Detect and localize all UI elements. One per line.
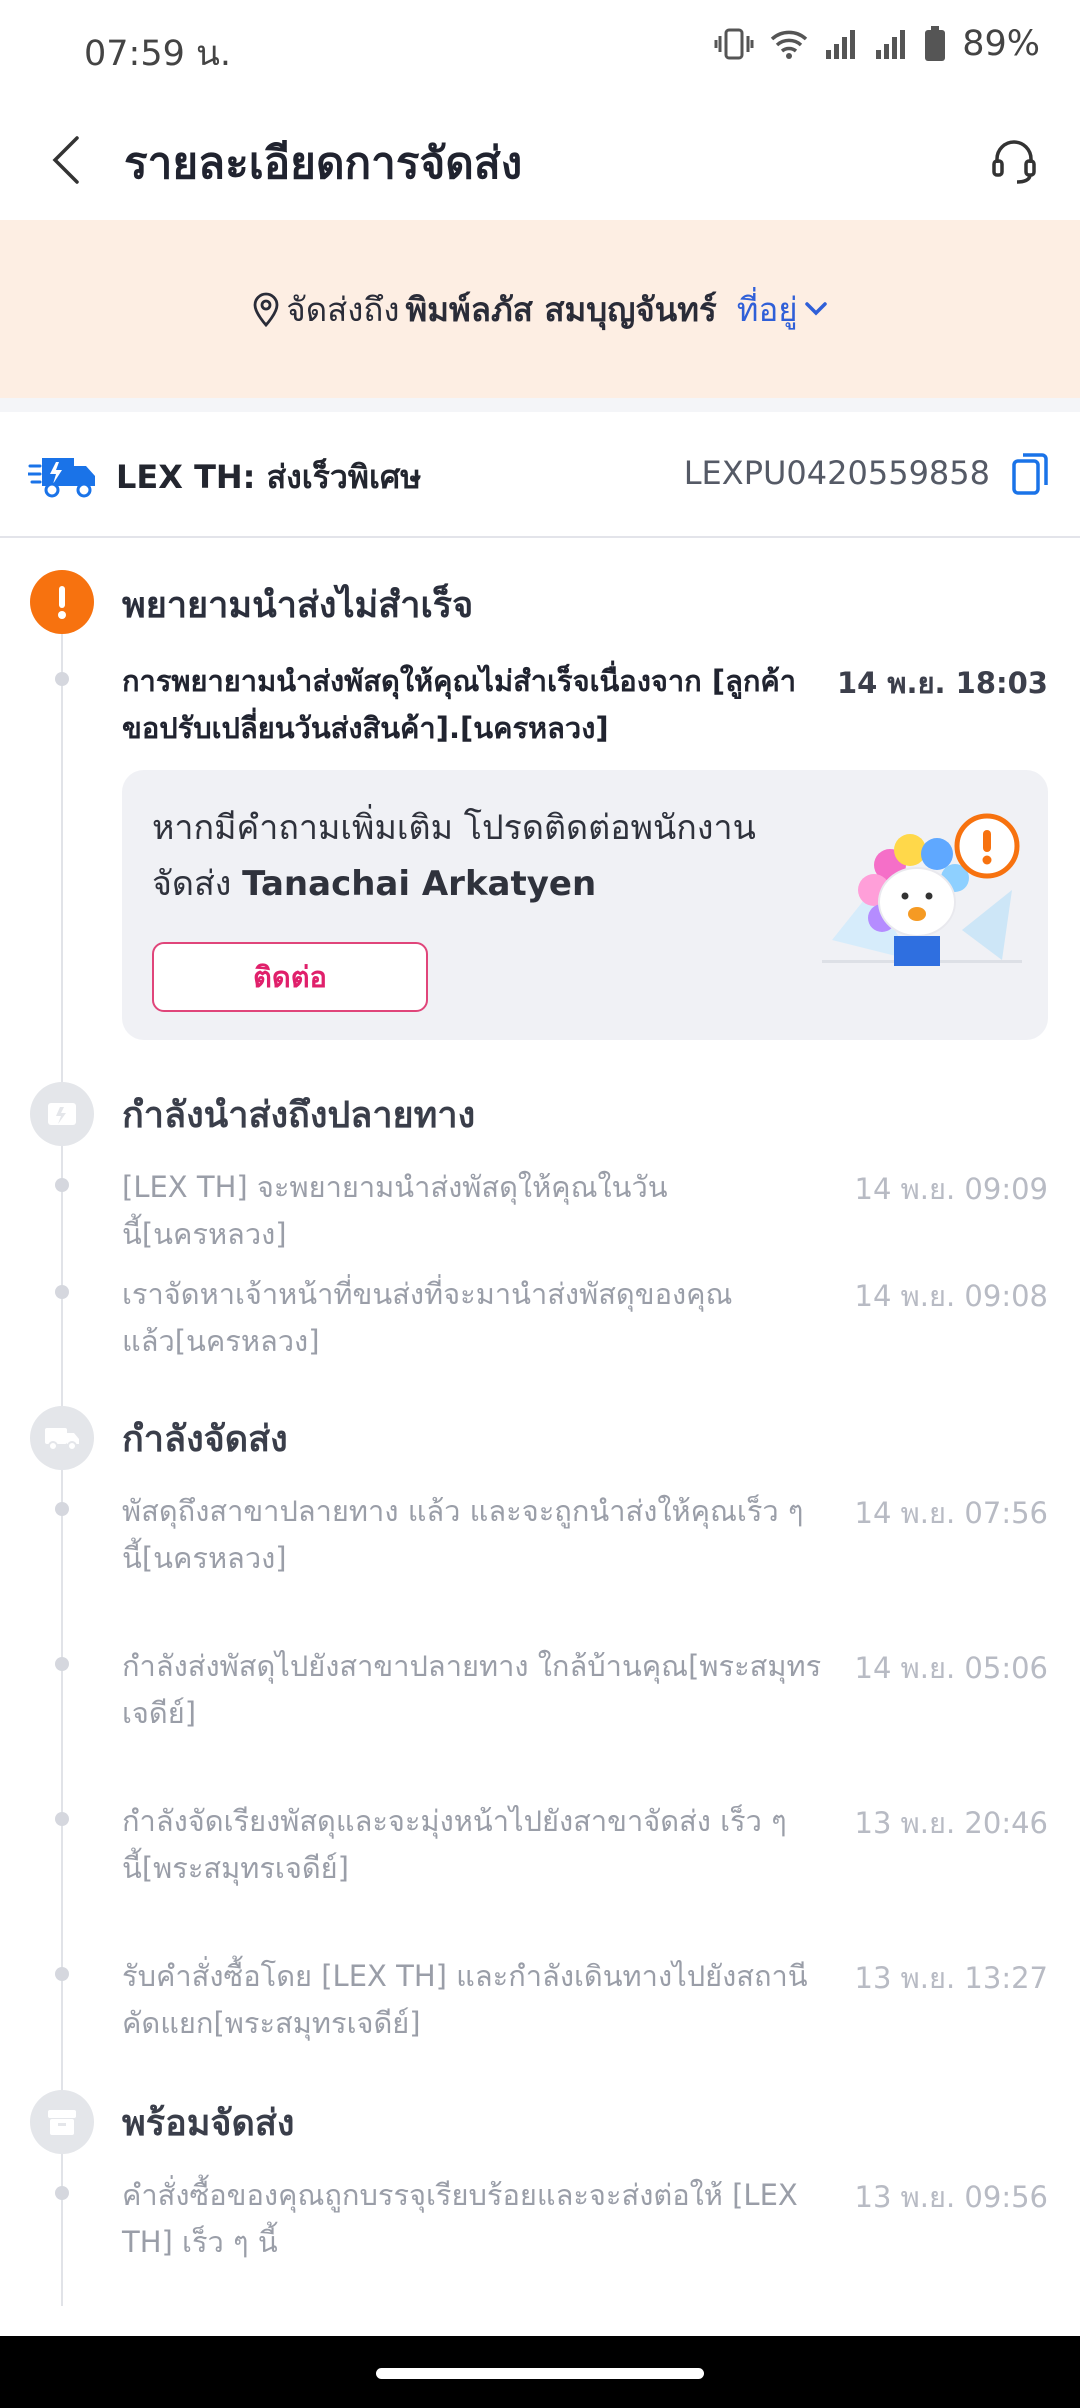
timeline-dot xyxy=(55,1502,69,1516)
page-title: รายละเอียดการจัดส่ง xyxy=(124,138,523,189)
recipient-name: พิมพ์ลภัส สมบุญจันทร์ xyxy=(405,289,717,329)
timeline-dot xyxy=(55,1967,69,1981)
parcel-icon xyxy=(30,1082,94,1146)
contact-message: หากมีคำถามเพิ่มเติม โปรดติดต่อพนักงานจัด… xyxy=(152,800,792,912)
event-time: 14 พ.ย. 18:03 xyxy=(836,666,1048,700)
event-text: กำลังส่งพัสดุไปยังสาขาปลายทาง ใกล้บ้านคุ… xyxy=(122,1649,822,1730)
system-navigation-bar xyxy=(0,2336,1080,2408)
signal-icon-2 xyxy=(876,30,906,59)
event-time: 14 พ.ย. 05:06 xyxy=(854,1651,1048,1685)
signal-icon xyxy=(826,30,856,59)
courier-name: Tanachai Arkatyen xyxy=(242,864,597,904)
app-header: รายละเอียดการจัดส่ง xyxy=(0,100,1080,220)
event-time: 13 พ.ย. 20:46 xyxy=(854,1806,1048,1840)
event-text: พัสดุถึงสาขาปลายทาง แล้ว และจะถูกนำส่งให… xyxy=(122,1494,804,1575)
timeline-dot xyxy=(55,1178,69,1192)
copy-tracking-button[interactable] xyxy=(1004,448,1056,500)
event-text: คำสั่งซื้อของคุณถูกบรรจุเรียบร้อยและจะส่… xyxy=(122,2178,798,2259)
mascot-illustration xyxy=(822,813,1022,966)
battery-icon xyxy=(925,26,946,61)
section-divider xyxy=(0,398,1080,412)
timeline-dot xyxy=(55,2186,69,2200)
status-time: 07:59 น. xyxy=(84,34,232,74)
event-time: 14 พ.ย. 09:09 xyxy=(854,1172,1048,1206)
address-link-label: ที่อยู่ xyxy=(736,289,798,329)
stage-title: กำลังนำส่งถึงปลายทาง xyxy=(122,1095,476,1136)
stage-title: พร้อมจัดส่ง xyxy=(122,2103,295,2144)
truck-icon xyxy=(30,1406,94,1470)
delivery-address-banner: จัดส่งถึง พิมพ์ลภัส สมบุญจันทร์ ที่อยู่ xyxy=(0,220,1080,398)
headset-icon xyxy=(992,140,1036,184)
tracking-number: LEXPU0420559858 xyxy=(683,454,990,492)
back-button[interactable] xyxy=(30,124,102,196)
event-text: รับคำสั่งซื้อโดย [LEX TH] และกำลังเดินทา… xyxy=(122,1959,808,2040)
timeline-dot xyxy=(55,1812,69,1826)
copy-icon xyxy=(1012,453,1048,495)
courier-contact-card: หากมีคำถามเพิ่มเติม โปรดติดต่อพนักงานจัด… xyxy=(122,770,1048,1040)
event-time: 14 พ.ย. 09:08 xyxy=(854,1279,1048,1313)
event-time: 13 พ.ย. 09:56 xyxy=(854,2180,1048,2214)
battery-level: 89% xyxy=(962,24,1040,64)
chevron-down-icon xyxy=(804,302,827,316)
address-link[interactable]: ที่อยู่ xyxy=(737,283,828,336)
status-bar: 07:59 น. 89% xyxy=(0,0,1080,100)
alert-icon xyxy=(30,570,94,634)
address-prefix: จัดส่งถึง xyxy=(286,289,400,329)
timeline-dot xyxy=(55,1285,69,1299)
wifi-icon xyxy=(771,30,808,59)
customer-support-button[interactable] xyxy=(978,124,1050,196)
stage-title: พยายามนำส่งไม่สำเร็จ xyxy=(122,585,474,626)
location-pin-icon xyxy=(253,292,279,327)
tracking-timeline: พยายามนำส่งไม่สำเร็จ การพยายามนำส่งพัสดุ… xyxy=(0,540,1080,2340)
home-gesture-handle[interactable] xyxy=(376,2368,704,2379)
event-text: การพยายามนำส่งพัสดุให้คุณไม่สำเร็จเนื่อง… xyxy=(122,664,797,745)
event-time: 13 พ.ย. 13:27 xyxy=(854,1961,1048,1995)
chevron-left-icon xyxy=(52,136,79,184)
carrier-row: LEX TH: ส่งเร็วพิเศษ LEXPU0420559858 xyxy=(0,412,1080,538)
status-icons: 89% xyxy=(714,24,1040,64)
timeline-dot xyxy=(55,672,69,686)
event-time: 14 พ.ย. 07:56 xyxy=(854,1496,1048,1530)
event-text: เราจัดหาเจ้าหน้าที่ขนส่งที่จะมานำส่งพัสด… xyxy=(122,1277,733,1358)
contact-courier-button[interactable]: ติดต่อ xyxy=(152,942,428,1012)
event-text: กำลังจัดเรียงพัสดุและจะมุ่งหน้าไปยังสาขา… xyxy=(122,1804,787,1885)
timeline-dot xyxy=(55,1657,69,1671)
vibrate-icon xyxy=(714,28,754,60)
express-truck-icon xyxy=(28,458,95,498)
carrier-name: LEX TH: ส่งเร็วพิเศษ xyxy=(116,458,422,496)
box-icon xyxy=(30,2090,94,2154)
stage-title: กำลังจัดส่ง xyxy=(122,1419,288,1460)
event-text: [LEX TH] จะพยายามนำส่งพัสดุให้คุณในวันนี… xyxy=(122,1170,668,1251)
